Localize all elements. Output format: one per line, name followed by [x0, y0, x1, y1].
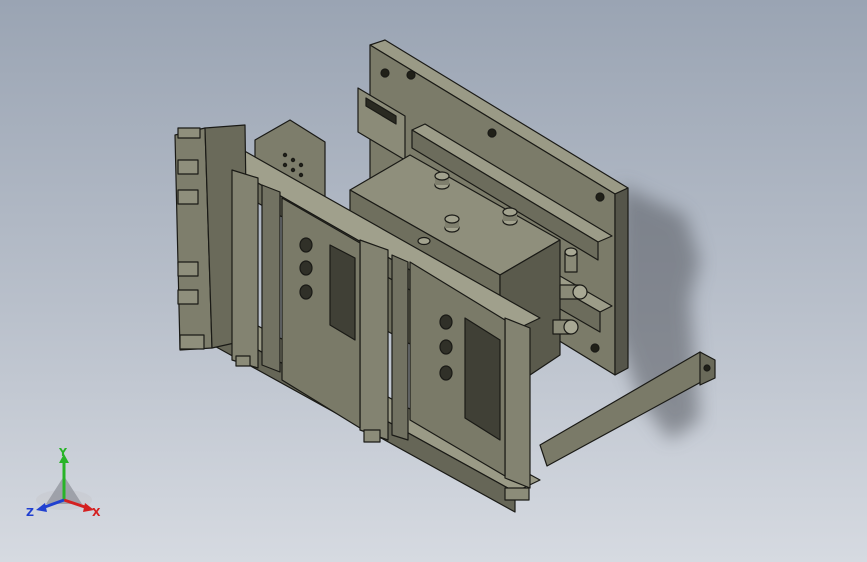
- front-upright-3: [359, 239, 389, 441]
- mounting-plate-side: [614, 187, 629, 376]
- front-upright-5: [504, 317, 531, 489]
- arm-hole: [703, 364, 711, 372]
- x-axis-label: X: [92, 506, 101, 519]
- panel-window-right: [464, 317, 501, 441]
- y-axis-label: Y: [58, 446, 68, 459]
- front-upright-1: [231, 169, 259, 369]
- front-upright-4: [391, 254, 409, 441]
- z-axis-label: Z: [26, 506, 34, 519]
- panel-window-left: [329, 244, 356, 341]
- orientation-triad[interactable]: Y X Z: [22, 446, 112, 526]
- cad-model[interactable]: [0, 0, 867, 562]
- front-upright-2: [261, 184, 281, 373]
- graphics-viewport[interactable]: Y X Z: [0, 0, 867, 562]
